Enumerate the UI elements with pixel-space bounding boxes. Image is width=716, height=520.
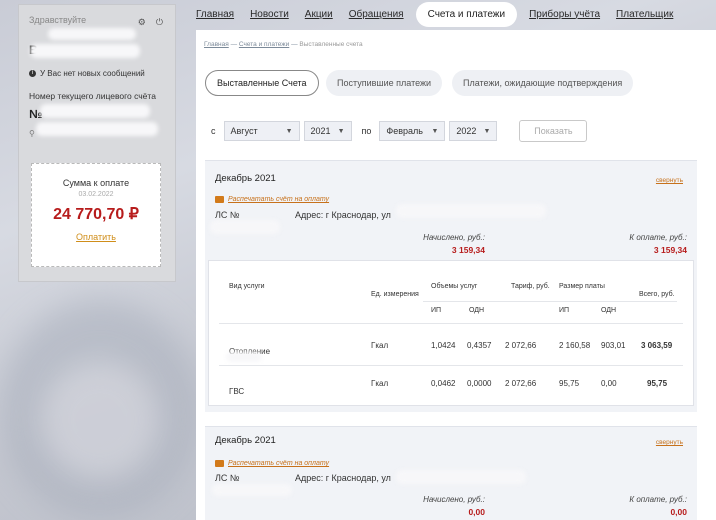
th-service: Вид услуги [229, 283, 265, 290]
th-volume: Объемы услуг [431, 283, 478, 290]
print-bill-link[interactable]: Распечатать счёт на оплату [215, 460, 329, 467]
cell-pay-odn: 903,01 [601, 341, 626, 350]
to-pay-label: К оплате, руб.: [629, 233, 687, 242]
to-year-select[interactable]: 2022 ▼ [449, 121, 498, 141]
cell-tariff: 2 072,66 [505, 341, 537, 350]
breadcrumb: Главная — Счета и платежи — Выставленные… [204, 41, 363, 48]
breadcrumb-home[interactable]: Главная [204, 41, 229, 48]
bill-title: Декабрь 2021 [215, 435, 276, 446]
sidebar-icons: ⚙ ⏻ [138, 17, 163, 28]
chevron-down-icon: ▼ [285, 127, 293, 135]
th-total: Всего, руб. [639, 291, 675, 298]
account-ls: ЛС № [215, 473, 240, 483]
tab-issued-bills[interactable]: Выставленные Счета [205, 70, 319, 96]
power-icon[interactable]: ⏻ [156, 17, 163, 28]
th-volume-odn: ОДН [469, 307, 485, 314]
printer-icon [215, 460, 224, 467]
bill-address: Адрес: г Краснодар, ул [295, 473, 391, 483]
bill-title: Декабрь 2021 [215, 173, 276, 184]
collapse-link[interactable]: свернуть [656, 439, 683, 446]
messages-row[interactable]: i У Вас нет новых сообщений [29, 69, 145, 78]
breadcrumb-current: Выставленные счета [299, 41, 363, 48]
chevron-down-icon: ▼ [337, 127, 345, 135]
to-label: по [361, 126, 372, 136]
to-pay-value: 3 159,34 [653, 245, 687, 255]
payment-amount: 24 770,70 ₽ [53, 206, 139, 223]
th-payment-ip: ИП [559, 307, 570, 314]
nav-home[interactable]: Главная [196, 9, 234, 20]
breadcrumb-bills[interactable]: Счета и платежи [239, 41, 289, 48]
charged-label: Начислено, руб.: [423, 495, 485, 504]
nav-bills-payments[interactable]: Счета и платежи [415, 1, 518, 27]
cell-pay-ip: 95,75 [559, 379, 580, 388]
payment-date: 03.02.2022 [78, 191, 114, 198]
print-bill-link[interactable]: Распечатать счёт на оплату [215, 196, 329, 203]
pay-link[interactable]: Оплатить [76, 232, 116, 242]
to-pay-value: 0,00 [670, 507, 687, 517]
cell-total: 3 063,59 [641, 341, 673, 350]
account-ls: ЛС № [215, 210, 240, 220]
payment-summary: Сумма к оплате 03.02.2022 24 770,70 ₽ Оп… [31, 163, 161, 267]
collapse-link[interactable]: свернуть [656, 177, 683, 184]
nav-payer[interactable]: Плательщик [616, 9, 673, 20]
from-month-select[interactable]: Август ▼ [223, 121, 300, 141]
nav-news[interactable]: Новости [250, 9, 289, 20]
printer-icon [215, 196, 224, 203]
cell-unit: Гкал [371, 341, 389, 350]
to-month-select[interactable]: Февраль ▼ [379, 121, 446, 141]
cell-vol-odn: 0,0000 [467, 379, 492, 388]
th-tariff: Тариф, руб. [511, 283, 550, 290]
nav-meters[interactable]: Приборы учёта [529, 9, 600, 20]
th-volume-ip: ИП [431, 307, 442, 314]
th-unit: Ед. измерения [371, 291, 419, 298]
from-label: с [211, 126, 216, 136]
cell-total: 95,75 [647, 379, 668, 388]
th-payment: Размер платы [559, 283, 605, 290]
from-year-select[interactable]: 2021 ▼ [303, 121, 352, 141]
period-filter: с Август ▼ 2021 ▼ по Февраль ▼ 2022 ▼ Показа… [211, 120, 588, 142]
cell-unit: Гкал [371, 379, 389, 388]
chevron-down-icon: ▼ [431, 127, 439, 135]
chevron-down-icon: ▼ [483, 127, 491, 135]
cell-pay-odn: 0,00 [601, 379, 617, 388]
tab-pending-payments[interactable]: Платежи, ожидающие подтверждения [452, 70, 634, 96]
location-icon: ⚲ [29, 129, 35, 138]
cell-pay-ip: 2 160,58 [559, 341, 591, 350]
charged-label: Начислено, руб.: [423, 233, 485, 242]
top-nav: Главная Новости Акции Обращения Счета и … [196, 0, 689, 28]
info-icon: i [29, 70, 36, 77]
account-label: Номер текущего лицевого счёта [29, 91, 156, 101]
payment-title: Сумма к оплате [62, 178, 130, 188]
messages-text: У Вас нет новых сообщений [40, 69, 145, 78]
charged-value: 0,00 [468, 507, 485, 517]
charged-value: 3 159,34 [451, 245, 485, 255]
bill-address: Адрес: г Краснодар, ул [295, 210, 391, 220]
service-table: Вид услуги Ед. измерения Объемы услуг Та… [208, 260, 694, 406]
gear-icon[interactable]: ⚙ [138, 17, 146, 28]
nav-promotions[interactable]: Акции [305, 9, 333, 20]
th-payment-odn: ОДН [601, 307, 617, 314]
tab-received-payments[interactable]: Поступившие платежи [326, 70, 443, 96]
show-button[interactable]: Показать [519, 120, 588, 142]
cell-vol-odn: 0,4357 [467, 341, 492, 350]
nav-requests[interactable]: Обращения [349, 9, 404, 20]
cell-tariff: 2 072,66 [505, 379, 537, 388]
table-row: ГВС [229, 387, 245, 396]
cell-vol-ip: 1,0424 [431, 341, 456, 350]
to-pay-label: К оплате, руб.: [629, 495, 687, 504]
cell-vol-ip: 0,0462 [431, 379, 456, 388]
